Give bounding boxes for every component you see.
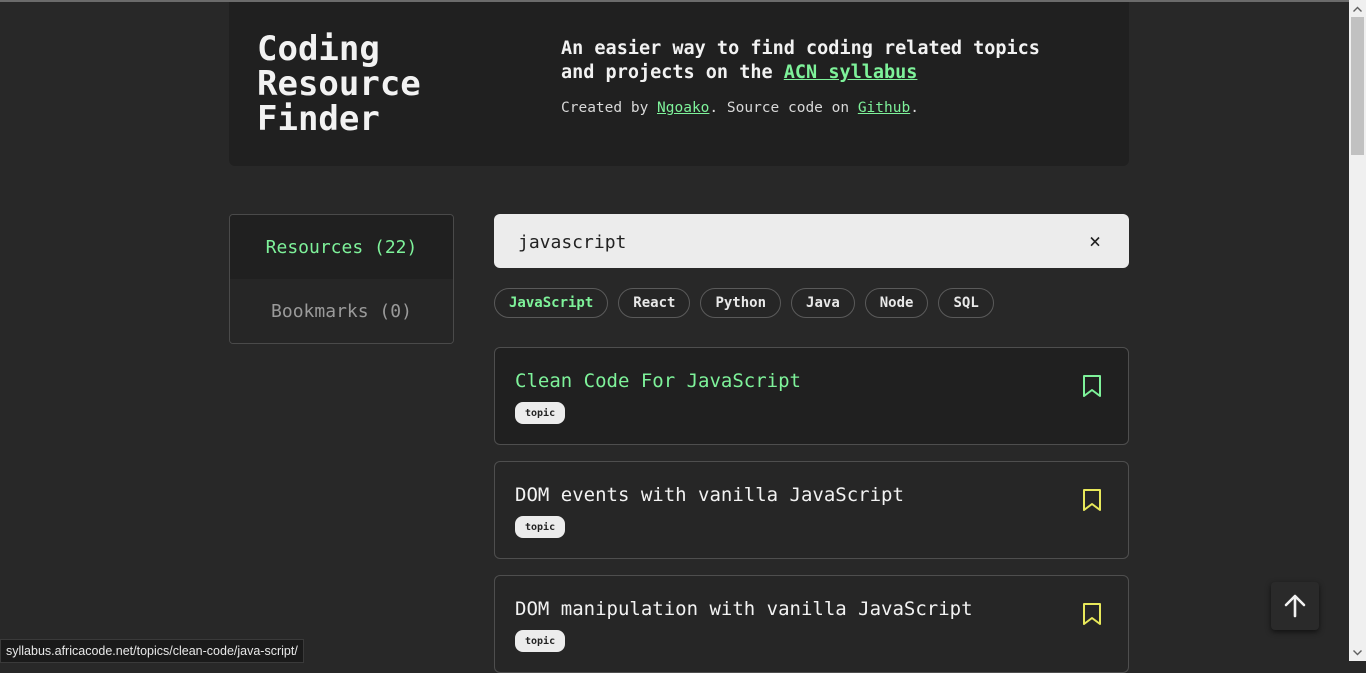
scroll-to-top-button[interactable]	[1271, 582, 1319, 630]
site-tagline: An easier way to find coding related top…	[561, 37, 1081, 85]
scroll-down-arrow-icon[interactable]	[1349, 644, 1366, 661]
resource-title[interactable]: Clean Code For JavaScript	[515, 370, 801, 392]
author-link[interactable]: Ngoako	[657, 100, 709, 116]
resource-title[interactable]: DOM manipulation with vanilla JavaScript	[515, 598, 973, 620]
filter-chip-python[interactable]: Python	[700, 288, 782, 318]
sidebar-item-bookmarks[interactable]: Bookmarks (0)	[230, 279, 453, 343]
search-bar: ×	[494, 214, 1129, 270]
resource-title[interactable]: DOM events with vanilla JavaScript	[515, 484, 904, 506]
resource-card[interactable]: Clean Code For JavaScript topic	[494, 347, 1129, 445]
filter-chips: JavaScript React Python Java Node SQL	[494, 288, 994, 318]
resource-type-badge: topic	[515, 402, 566, 424]
filter-chip-node[interactable]: Node	[864, 288, 929, 318]
bookmark-icon[interactable]	[1082, 602, 1102, 626]
site-header: Coding Resource Finder An easier way to …	[229, 2, 1129, 166]
filter-chip-sql[interactable]: SQL	[938, 288, 994, 318]
filter-chip-react[interactable]: React	[618, 288, 691, 318]
site-title: Coding Resource Finder	[257, 29, 421, 139]
close-icon: ×	[1088, 229, 1102, 253]
bookmark-icon[interactable]	[1082, 488, 1102, 512]
scrollbar-thumb[interactable]	[1351, 17, 1364, 155]
filter-chip-javascript[interactable]: JavaScript	[494, 288, 609, 318]
arrow-up-icon	[1284, 594, 1306, 618]
site-credits: Created by Ngoako. Source code on Github…	[561, 100, 919, 116]
resource-type-badge: topic	[515, 630, 566, 652]
link-status-bar: syllabus.africacode.net/topics/clean-cod…	[0, 639, 304, 663]
page-scrollbar[interactable]	[1349, 0, 1366, 661]
credits-prefix: Created by	[561, 100, 658, 116]
clear-search-button[interactable]: ×	[1083, 229, 1107, 253]
github-link[interactable]: Github	[858, 100, 910, 116]
resource-card[interactable]: DOM events with vanilla JavaScript topic	[494, 461, 1129, 559]
bookmark-icon[interactable]	[1082, 374, 1102, 398]
resource-type-badge: topic	[515, 516, 566, 538]
resource-card[interactable]: DOM manipulation with vanilla JavaScript…	[494, 575, 1129, 673]
scroll-up-arrow-icon[interactable]	[1349, 0, 1366, 17]
sidebar-nav: Resources (22) Bookmarks (0)	[229, 214, 454, 344]
search-input[interactable]	[516, 214, 1060, 270]
sidebar-item-resources[interactable]: Resources (22)	[230, 215, 453, 279]
filter-chip-java[interactable]: Java	[791, 288, 855, 318]
credits-suffix: .	[910, 100, 919, 116]
credits-middle: . Source code on	[709, 100, 858, 116]
acn-syllabus-link[interactable]: ACN syllabus	[784, 62, 918, 83]
